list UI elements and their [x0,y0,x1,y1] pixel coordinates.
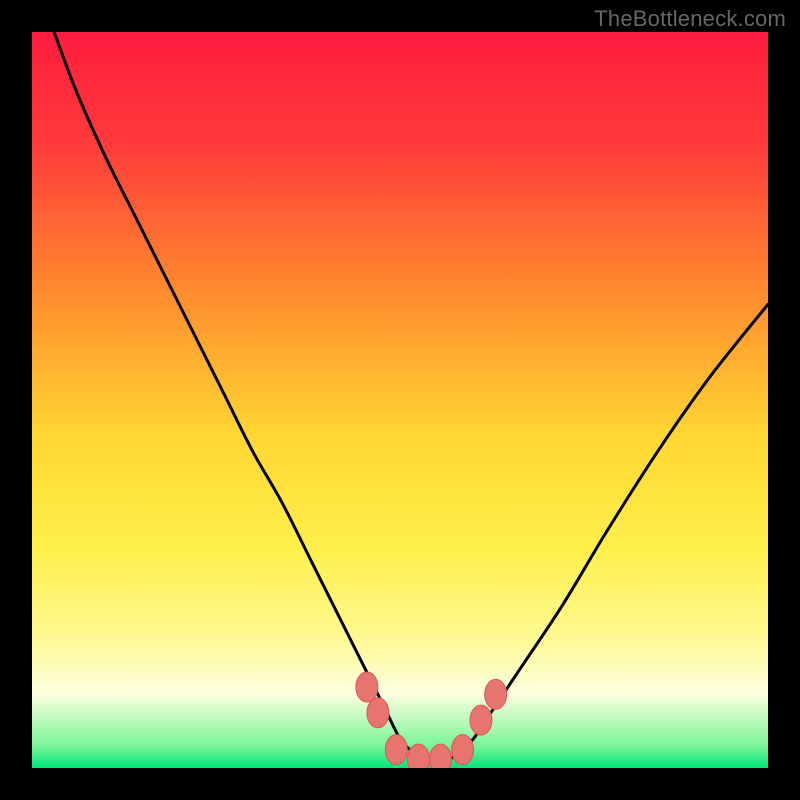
bottleneck-curve [54,32,768,762]
curve-marker [385,735,407,765]
plot-area [32,32,768,768]
curve-marker [356,672,378,702]
curve-layer [32,32,768,768]
curve-marker [485,679,507,709]
curve-marker [407,744,429,768]
attribution-text: TheBottleneck.com [594,6,786,32]
curve-marker [470,705,492,735]
curve-marker [429,744,451,768]
chart-frame: TheBottleneck.com [0,0,800,800]
curve-marker [452,735,474,765]
curve-marker [367,698,389,728]
